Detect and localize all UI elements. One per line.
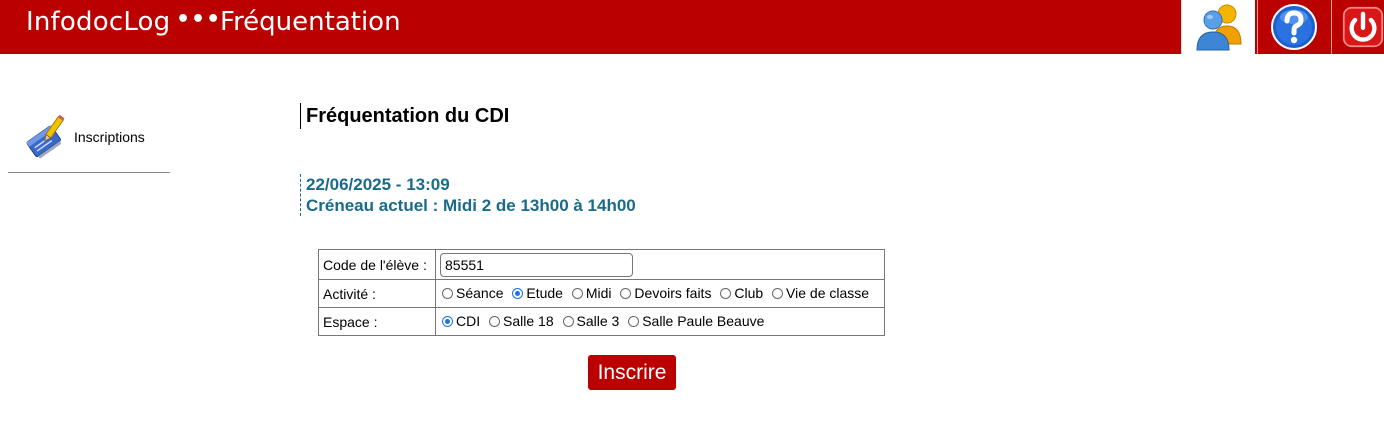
page-title: Fréquentation du CDI [300, 103, 509, 129]
radio-salle-18[interactable] [489, 315, 501, 327]
option-label: Midi [585, 285, 612, 302]
space-option-salle-3[interactable]: Salle 3 [561, 313, 620, 330]
option-label: Salle Paule Beauve [642, 313, 765, 330]
slot-info: 22/06/2025 - 13:09 Créneau actuel : Midi… [300, 174, 636, 216]
app-name[interactable]: InfodocLog [26, 7, 170, 37]
help-icon [1270, 4, 1317, 50]
option-label: Devoirs faits [634, 285, 712, 302]
radio-etude[interactable] [512, 287, 524, 299]
option-label: Salle 18 [503, 313, 554, 330]
activity-option-etude[interactable]: Etude [510, 285, 563, 301]
activity-label: Activité : [318, 279, 436, 308]
activity-options: Séance Etude Midi Devoirs faits Club Vie… [435, 279, 885, 308]
users-icon [1195, 4, 1242, 51]
logout-button[interactable] [1331, 0, 1384, 54]
section-title: Fréquentation [220, 7, 401, 37]
radio-cdi[interactable] [442, 315, 453, 327]
option-label: Séance [456, 285, 504, 302]
power-icon [1342, 6, 1384, 48]
student-code-input[interactable] [440, 252, 633, 277]
radio-devoirs-faits[interactable] [620, 287, 632, 299]
space-option-salle-paule-beauve[interactable]: Salle Paule Beauve [626, 313, 764, 329]
form-row-space: Espace : CDI Salle 18 Salle 3 Salle Paul… [318, 307, 885, 336]
form-row-activity: Activité : Séance Etude Midi Devoirs fai… [318, 279, 885, 308]
space-option-cdi[interactable]: CDI [440, 313, 480, 329]
space-label: Espace : [318, 307, 436, 336]
sidebar-item-inscriptions[interactable]: Inscriptions [8, 108, 170, 173]
code-label: Code de l'élève : [318, 249, 436, 280]
form-row-code: Code de l'élève : [318, 249, 885, 280]
activity-option-club[interactable]: Club [718, 285, 763, 301]
sidebar-item-label: Inscriptions [74, 129, 145, 145]
option-label: Club [734, 285, 764, 302]
radio-midi[interactable] [571, 287, 583, 299]
current-datetime: 22/06/2025 - 13:09 [306, 175, 450, 194]
registration-form: Code de l'élève : Activité : Séance Etud… [318, 249, 885, 336]
radio-salle-paule-beauve[interactable] [628, 315, 640, 327]
submit-button[interactable]: Inscrire [588, 355, 676, 390]
help-button[interactable] [1257, 0, 1329, 54]
option-label: Vie de classe [786, 285, 870, 302]
menu-dots[interactable]: ••• [176, 7, 221, 32]
option-label: CDI [456, 313, 481, 330]
activity-option-midi[interactable]: Midi [570, 285, 612, 301]
users-button[interactable] [1181, 0, 1255, 54]
space-option-salle-18[interactable]: Salle 18 [487, 313, 554, 329]
current-slot: Créneau actuel : Midi 2 de 13h00 à 14h00 [306, 196, 636, 215]
radio-vie-de-classe[interactable] [772, 287, 784, 299]
code-cell [435, 249, 885, 280]
activity-option-devoirs-faits[interactable]: Devoirs faits [618, 285, 711, 301]
space-options: CDI Salle 18 Salle 3 Salle Paule Beauve [435, 307, 885, 336]
option-label: Etude [526, 285, 563, 302]
radio-seance[interactable] [442, 287, 453, 299]
top-bar: InfodocLog ••• Fréquentation [0, 0, 1384, 54]
radio-club[interactable] [720, 287, 732, 299]
register-pen-icon [26, 114, 65, 159]
option-label: Salle 3 [576, 313, 620, 330]
radio-salle-3[interactable] [562, 315, 574, 327]
activity-option-vie-de-classe[interactable]: Vie de classe [770, 285, 869, 301]
activity-option-seance[interactable]: Séance [440, 285, 503, 301]
